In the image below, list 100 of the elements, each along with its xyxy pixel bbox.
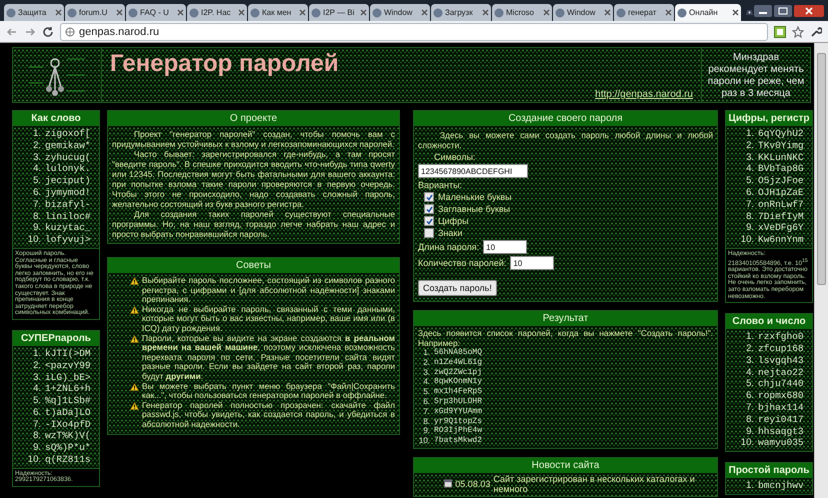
field-label: Символы: xyxy=(433,152,476,162)
list-number: 10. xyxy=(740,234,754,246)
browser-tab[interactable]: Онлайн xyxy=(675,4,741,21)
list-number: 9. xyxy=(32,222,41,234)
checkbox[interactable] xyxy=(424,204,434,214)
globe-icon xyxy=(65,26,75,36)
close-icon[interactable] xyxy=(482,9,489,16)
wrench-icon[interactable] xyxy=(810,26,822,38)
list-number: 4. xyxy=(745,163,754,176)
list-number: 4. xyxy=(422,377,430,388)
length-field[interactable]: 10 xyxy=(483,240,528,254)
panel-title: Результат xyxy=(414,311,717,326)
password-text: nejtao22 xyxy=(758,366,805,378)
address-field[interactable]: genpas.narod.ru xyxy=(60,22,768,40)
password-text: n1Ze4WL61g xyxy=(434,358,484,368)
password-text: bjhax114 xyxy=(758,402,805,414)
password-text: kuzytac_ xyxy=(45,222,92,234)
password-text: reyi0417 xyxy=(758,414,805,426)
list-number: 2. xyxy=(422,358,430,368)
list-number: 2. xyxy=(745,140,754,152)
list-number: 2. xyxy=(745,343,754,355)
checkbox[interactable] xyxy=(424,228,434,238)
warning-icon xyxy=(130,334,139,343)
password-text: lsvgqh43 xyxy=(758,354,805,367)
reload-icon[interactable] xyxy=(42,26,54,38)
list-number: 3. xyxy=(745,354,754,367)
favicon-icon xyxy=(555,8,565,18)
browser-tab[interactable]: Window xyxy=(370,4,430,21)
scrollbar[interactable] xyxy=(814,43,828,498)
close-icon[interactable] xyxy=(665,9,672,16)
list-number: 7. xyxy=(32,418,41,430)
list-number: 5. xyxy=(745,378,754,390)
create-password-button[interactable]: Создать пароль! xyxy=(418,280,497,296)
about-paragraph: Часто бывает: зарегистрировался где-нибудь, а там просят "введите пароль". В спешке приходится вводить что-нибудь типа qwerty или 12345. Последствия могут быть фатальными для вашего аккаунта: при попытке взлома такие пароли проверяются в первую очередь. Чтобы этого не происходило, надо создавать сложный пароль, желательно состоящий из букв разного регистра. xyxy=(112,149,395,209)
password-text: xVeDFg6Y xyxy=(758,222,805,234)
page-icon[interactable] xyxy=(774,26,786,38)
password-text: <pazvY99 xyxy=(45,360,92,372)
close-icon[interactable] xyxy=(604,9,611,16)
browser-tab[interactable]: I2P. Нас xyxy=(187,4,247,21)
close-icon[interactable] xyxy=(55,9,62,16)
back-arrow-icon[interactable] xyxy=(6,26,18,38)
checkbox[interactable] xyxy=(424,216,434,226)
star-icon[interactable] xyxy=(792,26,804,38)
close-icon[interactable] xyxy=(238,9,245,16)
browser-tab[interactable]: Защита xyxy=(4,4,64,21)
password-text: rzxfgho0 xyxy=(758,331,805,344)
browser-tab[interactable]: Загрузк xyxy=(431,4,491,21)
about-paragraph: Для создания таких паролей существуют специальные программы. Но, на наш взгляд, гораздо легче набрать наш адрес и просто выбрать понравившийся пароль. xyxy=(112,209,395,239)
password-text: TKv0Yimg xyxy=(758,140,805,152)
browser-tab[interactable]: forum.U xyxy=(65,4,125,21)
tip-text: Генератор паролей полностью прозрачен: скачайте файл passwd.js, чтобы увидеть, как создается пароль, и убедиться в абсолютной надежности. xyxy=(142,400,395,430)
browser-tab[interactable]: FAQ - U xyxy=(126,4,186,21)
favicon-icon xyxy=(372,8,382,18)
panel-title: Простой пароль xyxy=(726,463,812,478)
close-icon[interactable] xyxy=(732,9,739,16)
list-number: 8. xyxy=(745,210,754,222)
list-number: 8. xyxy=(745,414,754,426)
list-number: 4. xyxy=(32,383,41,396)
list-number: 2. xyxy=(32,140,41,152)
list-number: 1. xyxy=(32,348,41,360)
checkbox-label: Заглавные буквы xyxy=(438,204,510,214)
browser-tab[interactable]: Window xyxy=(553,4,613,21)
password-text: q(RZ811s xyxy=(45,454,92,466)
create-intro: Здесь вы можете сами создать пароль любой длины и любой сложности. xyxy=(418,130,713,150)
warning-icon xyxy=(130,306,139,314)
close-icon[interactable] xyxy=(543,9,550,16)
warning-icon xyxy=(130,382,139,391)
site-link[interactable]: http://genpas.narod.ru xyxy=(595,89,693,100)
list-number: 3. xyxy=(745,152,754,164)
password-text: zyhucug( xyxy=(45,152,92,164)
calendar-icon xyxy=(444,479,452,488)
password-text: jeciput) xyxy=(45,175,92,187)
scrollbar-thumb[interactable] xyxy=(817,53,826,285)
password-text: lofyvuj> xyxy=(45,234,92,246)
count-field[interactable]: 10 xyxy=(510,256,554,270)
password-text: %q]1LSb# xyxy=(45,395,92,407)
browser-tab[interactable]: Как мен xyxy=(248,4,308,21)
close-icon[interactable] xyxy=(299,9,306,16)
browser-tab[interactable]: I2P — Bi xyxy=(309,4,369,21)
minimize-icon[interactable] xyxy=(754,5,772,17)
close-icon[interactable] xyxy=(360,9,367,16)
browser-tab[interactable]: Microso xyxy=(492,4,552,21)
browser-tab[interactable]: генерат xyxy=(614,4,674,21)
checkbox-label: Цифры xyxy=(438,216,469,226)
maximize-icon[interactable] xyxy=(774,5,792,17)
checkbox[interactable] xyxy=(424,192,434,202)
symbols-field[interactable]: 1234567890ABCDEFGHI xyxy=(418,164,528,178)
list-number: 7. xyxy=(745,198,754,211)
close-icon[interactable] xyxy=(794,5,824,17)
forward-arrow-icon[interactable] xyxy=(24,26,36,38)
password-text: 1+ZNL6+h xyxy=(45,383,92,396)
close-icon[interactable] xyxy=(421,9,428,16)
tip-text: Вы можете выбрать пункт меню браузера "Файл|Сохранить как...", чтобы пользоваться генератором паролей в оффлайне. xyxy=(142,382,395,401)
favicon-icon xyxy=(128,8,138,18)
close-icon[interactable] xyxy=(177,9,184,16)
close-icon[interactable] xyxy=(116,9,123,16)
list-number: 1. xyxy=(745,331,754,344)
password-text: BVbTap8G xyxy=(758,163,805,176)
password-text: Kw6nnYnm xyxy=(758,234,805,246)
password-text: iLG)_bE> xyxy=(45,372,92,384)
